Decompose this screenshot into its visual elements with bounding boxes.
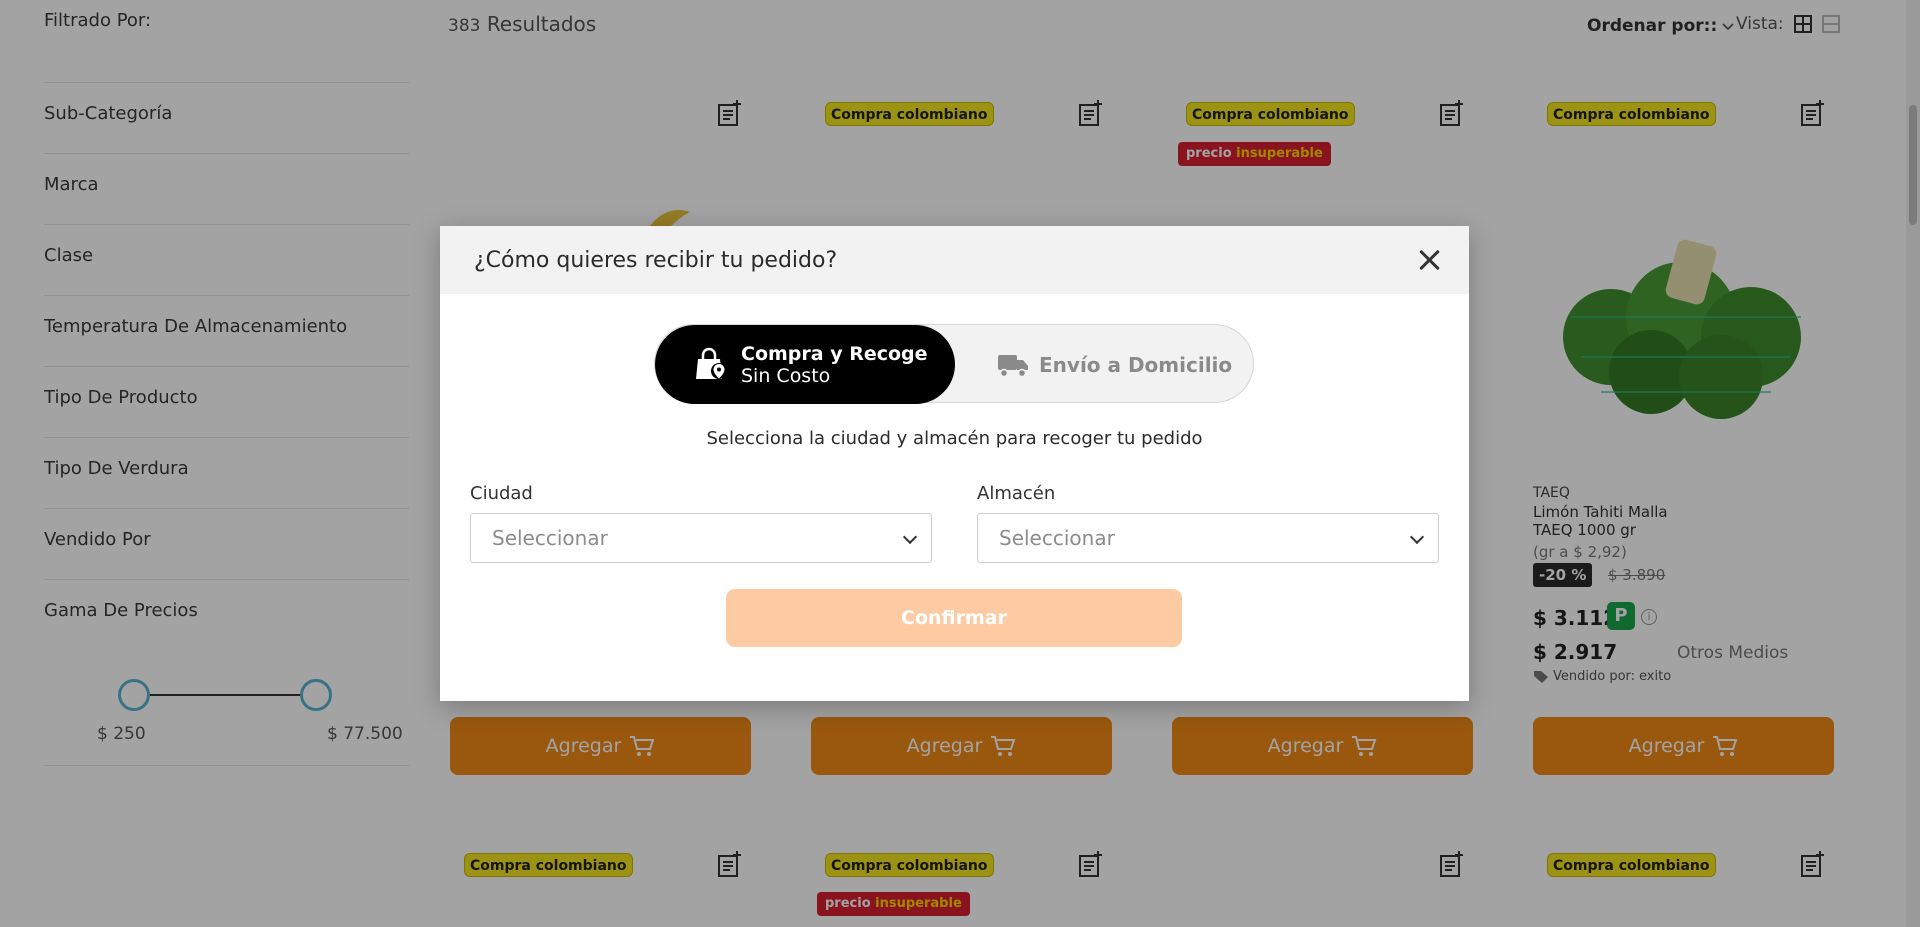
chevron-down-icon xyxy=(1409,529,1425,545)
city-select-value: Seleccionar xyxy=(492,526,608,550)
delivery-toggle: Compra y Recoge Sin Costo Envío a Domici… xyxy=(654,324,1255,404)
delivery-option-label: Envío a Domicilio xyxy=(1039,352,1233,377)
instruction-text: Selecciona la ciudad y almacén para reco… xyxy=(706,428,1203,449)
delivery-option-button[interactable]: Envío a Domicilio xyxy=(955,325,1255,404)
pickup-option-text: Compra y Recoge Sin Costo xyxy=(741,343,928,387)
truck-icon xyxy=(998,354,1028,377)
city-select[interactable]: Seleccionar xyxy=(470,513,932,563)
confirm-button[interactable]: Confirmar xyxy=(726,589,1182,647)
pickup-option-subtitle: Sin Costo xyxy=(741,364,831,387)
modal-title: ¿Cómo quieres recibir tu pedido? xyxy=(474,247,838,273)
pickup-option-title: Compra y Recoge xyxy=(741,342,928,365)
close-icon[interactable] xyxy=(1415,246,1443,274)
chevron-down-icon xyxy=(902,529,918,545)
store-select[interactable]: Seleccionar xyxy=(977,513,1439,563)
store-select-value: Seleccionar xyxy=(999,526,1115,550)
delivery-method-modal: ¿Cómo quieres recibir tu pedido? Compra … xyxy=(440,226,1469,701)
city-label: Ciudad xyxy=(470,483,533,504)
store-label: Almacén xyxy=(977,483,1056,504)
pickup-option-button[interactable]: Compra y Recoge Sin Costo xyxy=(655,325,955,404)
modal-header: ¿Cómo quieres recibir tu pedido? xyxy=(440,226,1469,294)
shopping-bag-location-icon xyxy=(696,347,727,379)
